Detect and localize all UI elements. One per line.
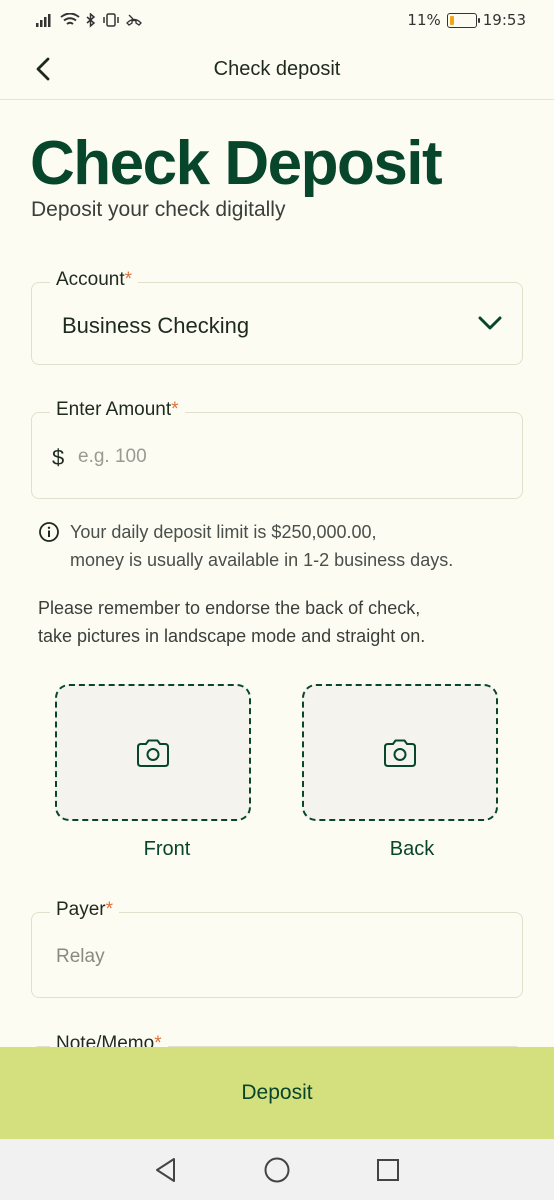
app-header: Check deposit: [0, 40, 554, 100]
bluetooth-icon: [86, 12, 96, 28]
amount-field: Enter Amount* $: [31, 399, 523, 499]
deposit-button[interactable]: Deposit: [0, 1047, 554, 1139]
clock-time: 19:53: [482, 11, 526, 29]
deposit-button-label: Deposit: [241, 1081, 313, 1104]
account-label: Account*: [50, 269, 139, 291]
currency-symbol: $: [52, 445, 65, 470]
front-photo-label: Front: [143, 838, 191, 860]
info-text: Your daily deposit limit is $250,000.00,…: [70, 518, 540, 574]
header-title: Check deposit: [213, 58, 341, 80]
account-selected-value: Business Checking: [62, 313, 250, 338]
camera-icon: [137, 739, 169, 767]
deposit-limit-info: Your daily deposit limit is $250,000.00,…: [38, 518, 540, 574]
back-button[interactable]: [28, 54, 58, 84]
required-mark: *: [171, 399, 179, 420]
payer-label: Payer*: [50, 899, 120, 921]
chevron-left-icon: [36, 57, 50, 81]
page-subtitle: Deposit your check digitally: [31, 198, 286, 221]
camera-icon: [384, 739, 416, 767]
call-muted-icon: [126, 14, 142, 26]
payer-field[interactable]: Payer* Relay: [31, 899, 523, 998]
account-select[interactable]: Account* Business Checking: [31, 269, 523, 365]
battery-icon: [446, 12, 480, 28]
square-recents-icon: [377, 1158, 400, 1181]
front-photo-upload[interactable]: [55, 684, 251, 821]
nav-recents-button[interactable]: [368, 1150, 408, 1190]
chevron-down-icon: [478, 316, 502, 330]
page-title: Check Deposit: [30, 129, 443, 198]
wifi-icon: [60, 13, 80, 25]
required-mark: *: [124, 269, 133, 290]
status-bar: 11% 19:53: [0, 0, 554, 40]
battery-percent: 11%: [407, 11, 441, 29]
amount-input[interactable]: [78, 441, 498, 473]
reminder-line-2: take pictures in landscape mode and stra…: [38, 626, 426, 646]
status-icons-left: [36, 12, 142, 28]
back-photo-label: Back: [389, 838, 435, 860]
amount-label: Enter Amount*: [50, 399, 185, 421]
nav-home-button[interactable]: [257, 1150, 297, 1190]
payer-value: Relay: [56, 946, 105, 967]
back-photo-upload[interactable]: [302, 684, 498, 821]
vibrate-icon: [103, 13, 119, 27]
info-icon: [39, 522, 59, 542]
reminder-line-1: Please remember to endorse the back of c…: [38, 598, 421, 618]
status-icons-right: 11% 19:53: [407, 11, 526, 29]
nav-back-button[interactable]: [146, 1150, 186, 1190]
required-mark: *: [105, 899, 114, 920]
circle-home-icon: [264, 1157, 290, 1182]
info-line-1: Your daily deposit limit is $250,000.00,: [70, 522, 377, 542]
signal-icon: [36, 14, 51, 27]
system-nav-bar: [0, 1139, 554, 1200]
triangle-back-icon: [155, 1157, 175, 1182]
info-line-2: money is usually available in 1-2 busine…: [70, 550, 454, 570]
endorse-reminder: Please remember to endorse the back of c…: [38, 594, 538, 650]
